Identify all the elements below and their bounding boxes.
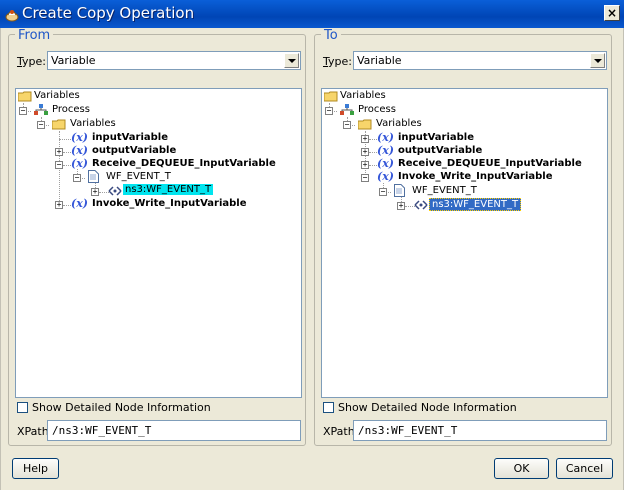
copy-operation-icon [5, 10, 19, 22]
variable-icon: (x) [377, 170, 394, 183]
tree-process-label[interactable]: Process [358, 104, 396, 115]
variable-icon: (x) [71, 144, 88, 157]
tree-process-label[interactable]: Process [52, 104, 90, 115]
collapse-icon[interactable]: − [361, 174, 369, 182]
from-tree[interactable]: Variables − Process − Variables (x) inpu… [15, 88, 302, 398]
tree-item-invoke-write[interactable]: Invoke_Write_InputVariable [92, 198, 246, 209]
tree-selected-node[interactable]: ns3:WF_EVENT_T [429, 198, 522, 211]
collapse-icon[interactable]: − [343, 121, 351, 129]
to-show-detail-checkbox[interactable] [323, 402, 334, 413]
tree-item-output-variable[interactable]: outputVariable [398, 145, 482, 156]
collapse-icon[interactable]: − [37, 121, 45, 129]
to-xpath-value: /ns3:WF_EVENT_T [358, 424, 458, 437]
expand-icon[interactable]: + [361, 135, 369, 143]
tree-item-receive-dequeue[interactable]: Receive_DEQUEUE_InputVariable [398, 158, 582, 169]
ok-button[interactable]: OK [494, 458, 549, 479]
tree-root-label[interactable]: Variables [34, 90, 80, 101]
tree-item-input-variable[interactable]: inputVariable [398, 132, 474, 143]
from-xpath-value: /ns3:WF_EVENT_T [52, 424, 152, 437]
tree-item-invoke-write[interactable]: Invoke_Write_InputVariable [398, 171, 552, 182]
to-type-value: Variable [357, 54, 402, 67]
chevron-down-icon[interactable] [590, 53, 605, 68]
expand-icon[interactable]: + [361, 161, 369, 169]
to-type-select[interactable]: Variable [353, 51, 607, 70]
variable-icon: (x) [377, 144, 394, 157]
expand-icon[interactable]: + [55, 148, 63, 156]
from-xpath-input[interactable]: /ns3:WF_EVENT_T [47, 420, 301, 441]
to-legend: To [321, 28, 341, 43]
process-icon [34, 104, 48, 115]
close-icon: × [606, 6, 618, 20]
cancel-button[interactable]: Cancel [556, 458, 613, 479]
variable-icon: (x) [71, 157, 88, 170]
variable-icon: (x) [377, 157, 394, 170]
tree-variables-label[interactable]: Variables [70, 118, 116, 129]
variable-icon: (x) [71, 131, 88, 144]
tree-selected-node[interactable]: ns3:WF_EVENT_T [123, 184, 214, 195]
from-type-select[interactable]: Variable [47, 51, 301, 70]
tree-root-label[interactable]: Variables [340, 90, 386, 101]
process-icon [340, 104, 354, 115]
expand-icon[interactable]: + [361, 148, 369, 156]
collapse-icon[interactable]: − [19, 107, 27, 115]
to-tree[interactable]: Variables − Process − Variables + (x) in… [321, 88, 608, 398]
tree-item-input-variable[interactable]: inputVariable [92, 132, 168, 143]
window-title: Create Copy Operation [22, 4, 195, 22]
from-type-label: Type: [17, 55, 46, 68]
to-type-label: Type: [323, 55, 352, 68]
expand-icon[interactable]: + [55, 201, 63, 209]
tree-item-output-variable[interactable]: outputVariable [92, 145, 176, 156]
from-type-value: Variable [51, 54, 96, 67]
title-bar: Create Copy Operation × [0, 0, 624, 28]
folder-icon [324, 91, 338, 102]
variable-icon: (x) [377, 131, 394, 144]
close-button[interactable]: × [604, 5, 620, 21]
to-show-detail-label: Show Detailed Node Information [338, 401, 517, 414]
folder-icon [18, 91, 32, 102]
folder-icon [52, 119, 66, 130]
from-legend: From [15, 28, 54, 43]
help-button[interactable]: Help [12, 458, 59, 479]
from-show-detail-label: Show Detailed Node Information [32, 401, 211, 414]
collapse-icon[interactable]: − [379, 188, 387, 196]
expand-icon[interactable]: + [397, 202, 405, 210]
document-icon [394, 184, 405, 197]
chevron-down-icon[interactable] [284, 53, 299, 68]
expand-icon[interactable]: + [91, 188, 99, 196]
document-icon [88, 170, 99, 183]
to-xpath-input[interactable]: /ns3:WF_EVENT_T [353, 420, 607, 441]
variable-icon: (x) [71, 197, 88, 210]
collapse-icon[interactable]: − [55, 161, 63, 169]
folder-icon [358, 119, 372, 130]
tree-item-receive-dequeue[interactable]: Receive_DEQUEUE_InputVariable [92, 158, 276, 169]
from-show-detail-checkbox[interactable] [17, 402, 28, 413]
element-icon [414, 200, 428, 210]
collapse-icon[interactable]: − [73, 174, 81, 182]
tree-wf-event-label[interactable]: WF_EVENT_T [412, 185, 477, 196]
collapse-icon[interactable]: − [325, 107, 333, 115]
tree-wf-event-label[interactable]: WF_EVENT_T [106, 171, 171, 182]
element-icon [108, 186, 122, 196]
tree-variables-label[interactable]: Variables [376, 118, 422, 129]
